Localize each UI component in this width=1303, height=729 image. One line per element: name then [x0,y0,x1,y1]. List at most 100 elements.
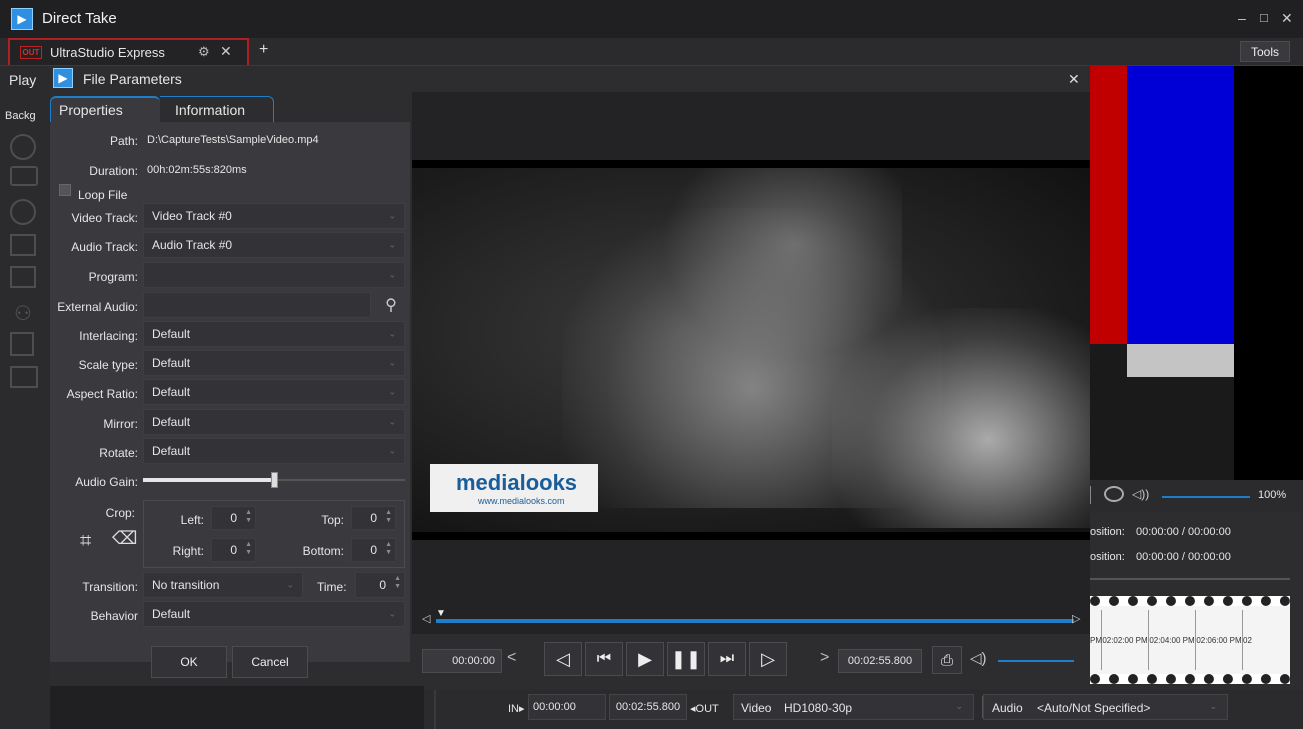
mirror-label: Mirror: [103,417,138,431]
clear-crop-icon[interactable]: ⌫ [112,528,137,549]
duration-value: 00h:02m:55s:820ms [147,164,247,176]
audio-track-dropdown[interactable]: Audio Track #0 ⌄ [143,232,405,258]
mark-out-button[interactable]: ▷ [749,642,787,676]
crop-right-input[interactable]: 0 ▲ ▼ [211,538,256,562]
snapshot-camera-icon[interactable]: ⎙ [932,646,962,674]
bar-gray [1127,344,1234,377]
transition-label: Transition: [82,580,138,594]
play-label: Play [9,72,37,88]
image-icon[interactable] [10,266,36,288]
camera-icon[interactable] [10,166,38,186]
crop-icon[interactable]: ⌗ [80,530,91,553]
eye-icon[interactable] [1104,486,1124,502]
network-icon[interactable]: ⚇ [10,300,36,326]
save-icon[interactable] [10,332,34,356]
maximize-button[interactable]: □ [1260,10,1268,25]
tab-label: UltraStudio Express [50,45,165,60]
spinner-icon[interactable]: ▲ ▼ [245,509,252,525]
scale-type-value: Default [152,356,191,370]
out-point-input[interactable]: 00:02:55.800 [609,694,687,720]
volume-slider[interactable] [998,660,1074,662]
rotate-label: Rotate: [99,446,138,460]
search-icon[interactable]: ⚲ [377,292,405,318]
crop-label: Crop: [105,506,135,520]
properties-panel: Properties Information Path: D:\CaptureT… [50,92,410,690]
add-tab-button[interactable]: + [259,41,268,59]
interlacing-value: Default [152,327,191,341]
audio-gain-thumb[interactable] [271,472,278,488]
tools-button[interactable]: Tools [1240,41,1290,62]
cancel-button[interactable]: Cancel [232,646,308,678]
crop-top-input[interactable]: 0 ▲ ▼ [351,506,396,530]
globe-icon[interactable] [10,199,36,225]
mark-in-button[interactable]: ◁ [544,642,582,676]
chevron-down-icon: ⌄ [388,386,396,397]
behavior-dropdown[interactable]: Default ⌄ [143,601,405,627]
transition-time-input[interactable]: 0 ▲ ▼ [355,572,405,598]
playhead-marker[interactable]: ▼ [436,608,446,619]
skip-start-button[interactable]: ⏮ [585,642,623,676]
chevron-down-icon: ⌄ [955,701,963,711]
window-title: Direct Take [42,10,117,27]
gear-icon[interactable]: ⚙ [198,44,210,60]
audio-format-dropdown[interactable]: Audio <Auto/Not Specified> ⌄ [983,694,1228,720]
trim-range [436,619,1074,623]
logo-text: medialooks [456,470,578,495]
trim-start-marker[interactable]: ◁ [422,612,430,625]
audio-gain-slider[interactable] [143,472,405,488]
time-in-display[interactable]: 00:00:00 [422,649,502,673]
spinner-icon[interactable]: ▲ ▼ [394,575,401,591]
tab-properties[interactable]: Properties [50,96,160,122]
reel-icon[interactable] [10,134,36,160]
film-time-4: 02 [1243,635,1252,645]
interlacing-dropdown[interactable]: Default ⌄ [143,321,405,347]
folder-video-icon[interactable] [10,234,36,256]
volume-icon[interactable]: ◁) [970,649,987,667]
time-out-display[interactable]: 00:02:55.800 [838,649,922,673]
ok-button[interactable]: OK [151,646,227,678]
minimize-button[interactable]: – [1238,10,1246,26]
close-tab-icon[interactable]: ✕ [220,43,232,60]
spinner-icon[interactable]: ▲ ▼ [385,541,392,557]
audio-track-label: Audio Track: [71,240,138,254]
right-volume-slider[interactable] [1162,496,1250,498]
rotate-dropdown[interactable]: Default ⌄ [143,438,405,464]
film-strip[interactable]: PM 02:02:00 PM 02:04:00 PM 02:06:00 PM 0… [1090,596,1290,684]
skip-end-button[interactable]: ⏭ [708,642,746,676]
in-point-input[interactable]: 00:00:00 [528,694,606,720]
chevron-down-icon: ⌄ [388,445,396,456]
transition-dropdown[interactable]: No transition ⌄ [143,572,303,598]
step-back-icon[interactable]: < [507,649,516,667]
crop-bottom-input[interactable]: 0 ▲ ▼ [351,538,396,562]
loop-file-checkbox[interactable] [59,184,71,196]
chevron-down-icon: ⌄ [1209,701,1217,711]
close-window-button[interactable]: ✕ [1281,10,1293,27]
program-dropdown[interactable]: ⌄ [143,262,405,288]
play-button[interactable]: ▶ [626,642,664,676]
tab-bar: OUT UltraStudio Express ⚙ ✕ + Tools [0,38,1303,66]
aspect-ratio-dropdown[interactable]: Default ⌄ [143,379,405,405]
tab-ultrastudio[interactable]: OUT UltraStudio Express ⚙ ✕ [8,38,249,65]
volume-icon[interactable]: ◁)) [1132,487,1149,501]
trim-bar[interactable]: ◁ ▼ ▷ [422,608,1082,627]
open-folder-icon[interactable] [10,366,38,388]
audio-track-value: Audio Track #0 [152,238,233,252]
spinner-icon[interactable]: ▲ ▼ [245,541,252,557]
step-forward-icon[interactable]: > [820,649,829,667]
external-audio-input[interactable] [143,292,371,318]
crop-left-input[interactable]: 0 ▲ ▼ [211,506,256,530]
film-time-2: 02:04:00 PM [1149,610,1196,670]
pause-button[interactable]: ❚❚ [667,642,705,676]
video-track-dropdown[interactable]: Video Track #0 ⌄ [143,203,405,229]
trim-end-marker[interactable]: ▷ [1072,612,1080,625]
video-format-dropdown[interactable]: Video HD1080-30p ⌄ [733,694,974,720]
scale-type-dropdown[interactable]: Default ⌄ [143,350,405,376]
crop-top-value: 0 [370,511,377,525]
tab-information[interactable]: Information [160,96,274,122]
tab-out-badge: OUT [20,46,42,59]
spinner-icon[interactable]: ▲ ▼ [385,509,392,525]
crop-box: Left: 0 ▲ ▼ Top: 0 ▲ ▼ Right: 0 ▲ ▼ Bottom: 0 ▲… [143,500,405,568]
mirror-dropdown[interactable]: Default ⌄ [143,409,405,435]
chevron-down-icon: ⌄ [388,269,396,280]
dialog-close-button[interactable]: ✕ [1068,71,1080,88]
